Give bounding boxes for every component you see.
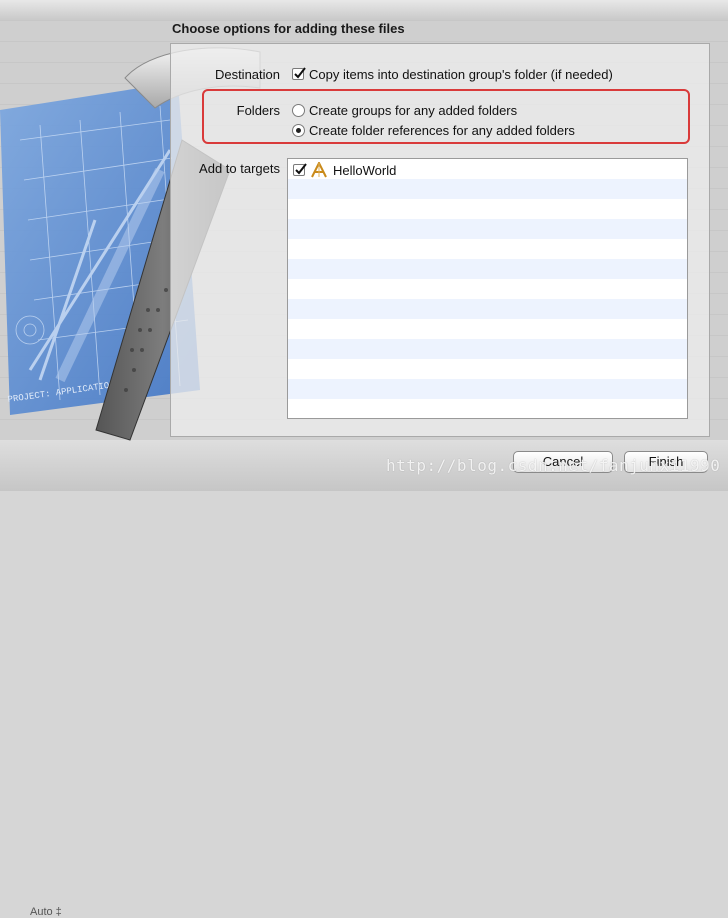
- zoom-indicator: Auto ‡: [30, 906, 62, 918]
- create-groups-label[interactable]: Create groups for any added folders: [309, 103, 517, 118]
- create-folder-references-label[interactable]: Create folder references for any added f…: [309, 123, 575, 138]
- target-checkbox[interactable]: [293, 163, 307, 176]
- dialog-title: Choose options for adding these files: [172, 21, 405, 36]
- destination-label: Destination: [214, 67, 280, 82]
- create-groups-radio[interactable]: [292, 104, 305, 117]
- checkmark-icon: [295, 163, 307, 175]
- checkmark-icon: [294, 67, 306, 79]
- target-row[interactable]: HelloWorld: [288, 160, 687, 180]
- app-target-icon: [311, 162, 327, 178]
- folders-label: Folders: [236, 103, 280, 118]
- copy-items-checkbox[interactable]: [292, 67, 306, 80]
- watermark-text: http://blog.csdn.net/fanjunxi1990: [386, 456, 721, 475]
- copy-items-label[interactable]: Copy items into destination group's fold…: [309, 67, 613, 82]
- create-folder-references-radio[interactable]: [292, 124, 305, 137]
- add-to-targets-label: Add to targets: [199, 161, 280, 176]
- background-toolbar: [0, 0, 728, 20]
- targets-list[interactable]: HelloWorld: [287, 158, 688, 419]
- target-name: HelloWorld: [333, 163, 397, 178]
